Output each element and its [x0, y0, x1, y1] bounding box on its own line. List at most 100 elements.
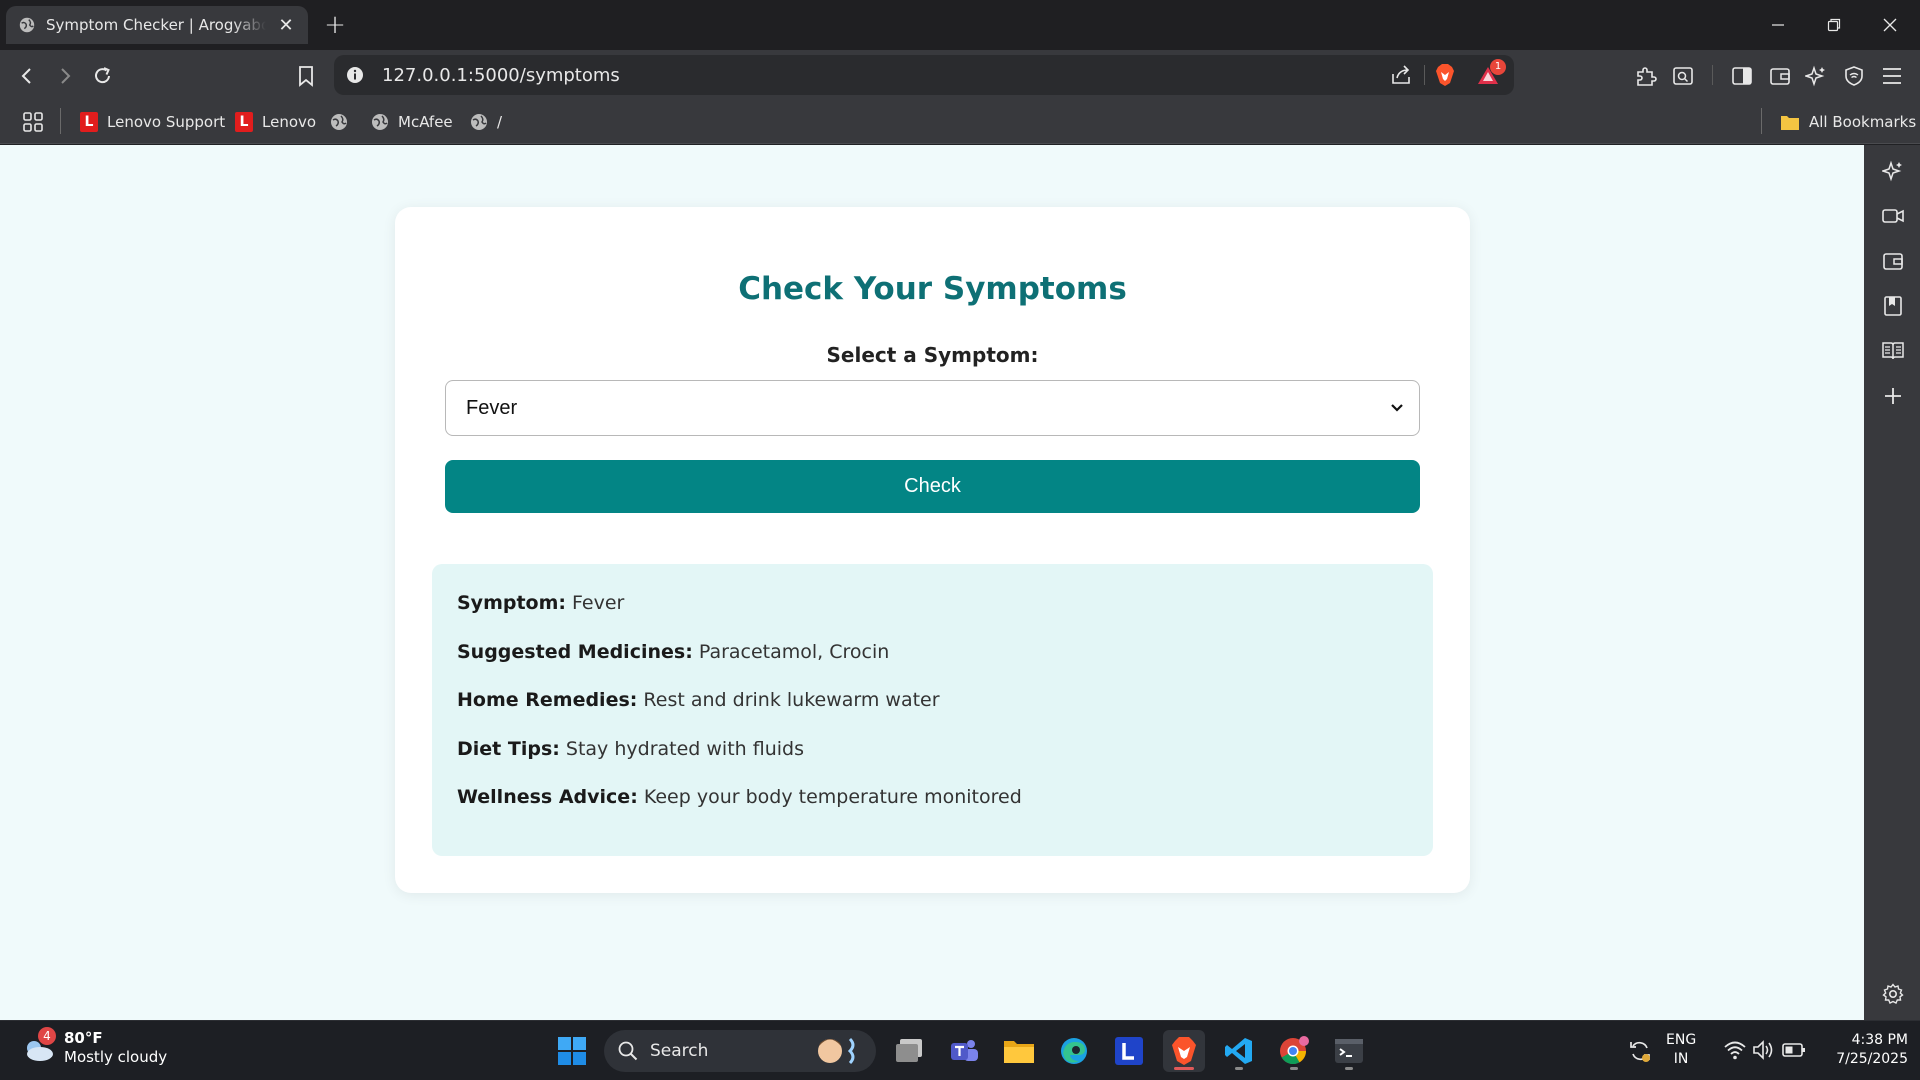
result-label: Suggested Medicines: — [457, 640, 693, 663]
talk-sidebar-button[interactable] — [1881, 204, 1905, 228]
close-icon — [1883, 18, 1897, 32]
menu-button[interactable] — [1879, 63, 1905, 89]
bookmark-slash[interactable]: / — [470, 110, 502, 134]
sparkle-icon — [1805, 65, 1825, 87]
wifi-icon[interactable] — [1723, 1039, 1747, 1061]
start-button[interactable] — [551, 1030, 593, 1072]
result-value: Rest and drink lukewarm water — [643, 689, 940, 711]
chrome-app[interactable] — [1273, 1030, 1315, 1072]
symptom-select[interactable]: Fever — [445, 380, 1420, 436]
share-icon[interactable] — [1391, 65, 1413, 85]
sync-icon[interactable] — [1628, 1039, 1652, 1063]
gear-icon — [1882, 983, 1904, 1004]
bookmark-lenovo-support[interactable]: L Lenovo Support — [80, 110, 225, 134]
bookmarks-sidebar-button[interactable] — [1881, 294, 1905, 318]
vpn-shield-icon — [1845, 66, 1863, 86]
task-view-icon — [896, 1039, 922, 1062]
minimize-button[interactable] — [1750, 0, 1806, 50]
bookmark-lenovo[interactable]: L Lenovo — [235, 110, 316, 134]
page-content: Check Your Symptoms Select a Symptom: Fe… — [0, 145, 1864, 1020]
all-bookmarks-button[interactable]: All Bookmarks — [1780, 110, 1916, 134]
title-bar: Symptom Checker | Arogyabodh ✕ + — [0, 0, 1920, 50]
region-code: IN — [1673, 1051, 1689, 1067]
reload-icon — [95, 67, 110, 84]
puzzle-icon — [1637, 67, 1657, 86]
folder-icon — [1781, 116, 1799, 130]
navigation-bar: 127.0.0.1:5000/symptoms 1 — [0, 50, 1920, 100]
weather-widget[interactable]: 4 80°F Mostly cloudy — [22, 1027, 168, 1067]
brave-shields-icon[interactable] — [1434, 63, 1456, 87]
folder-icon — [1004, 1041, 1034, 1063]
language-code: ENG — [1666, 1032, 1697, 1048]
close-window-button[interactable] — [1862, 0, 1918, 50]
weather-description: Mostly cloudy — [64, 1048, 168, 1066]
bookmark-globe[interactable] — [330, 110, 348, 134]
volume-icon[interactable] — [1752, 1039, 1776, 1061]
new-tab-button[interactable]: + — [320, 10, 350, 40]
sidebar-toggle-button[interactable] — [1729, 63, 1755, 89]
search-label: Search — [650, 1041, 709, 1061]
weather-badge: 4 — [38, 1027, 56, 1045]
address-bar[interactable]: 127.0.0.1:5000/symptoms 1 — [334, 55, 1514, 95]
clock[interactable]: 4:38 PM 7/25/2025 — [1820, 1031, 1908, 1069]
close-tab-icon[interactable]: ✕ — [276, 15, 296, 36]
leo-sidebar-button[interactable] — [1881, 159, 1905, 183]
file-explorer-app[interactable] — [998, 1030, 1040, 1072]
result-label: Symptom: — [457, 592, 566, 614]
address-bar-divider — [1424, 65, 1425, 85]
brave-app[interactable] — [1163, 1030, 1205, 1072]
add-sidebar-button[interactable] — [1881, 384, 1905, 408]
globe-icon — [372, 114, 388, 130]
vscode-app[interactable] — [1218, 1030, 1260, 1072]
leo-ai-button[interactable] — [1803, 63, 1829, 89]
task-view-button[interactable] — [888, 1030, 930, 1072]
teams-app[interactable] — [943, 1030, 985, 1072]
reader-search-button[interactable] — [1670, 63, 1696, 89]
edge-app[interactable] — [1053, 1030, 1095, 1072]
result-row-symptom: Symptom: Fever — [457, 590, 1408, 639]
restore-icon — [1827, 18, 1841, 32]
apps-grid-icon — [23, 112, 43, 132]
forward-button[interactable] — [52, 63, 78, 89]
check-button[interactable]: Check — [445, 460, 1420, 513]
battery-icon[interactable] — [1782, 1041, 1806, 1059]
brave-rewards-button[interactable]: 1 — [1476, 59, 1506, 88]
result-panel: Symptom: Fever Suggested Medicines: Para… — [432, 564, 1433, 856]
result-value: Stay hydrated with fluids — [565, 737, 804, 760]
taskbar: 4 80°F Mostly cloudy Search ENG IN 4:38 … — [0, 1020, 1920, 1080]
result-label: Diet Tips: — [457, 737, 560, 760]
language-indicator[interactable]: ENG IN — [1666, 1031, 1696, 1069]
wallet-sidebar-button[interactable] — [1881, 249, 1905, 273]
sidebar-settings-button[interactable] — [1881, 982, 1905, 1006]
vpn-button[interactable] — [1841, 63, 1867, 89]
brave-icon — [1172, 1037, 1196, 1065]
time: 4:38 PM — [1851, 1032, 1908, 1048]
restore-button[interactable] — [1806, 0, 1862, 50]
apps-button[interactable] — [22, 110, 44, 134]
teams-icon — [951, 1040, 978, 1061]
chevron-down-icon — [1391, 404, 1403, 412]
browser-tab[interactable]: Symptom Checker | Arogyabodh ✕ — [6, 6, 308, 44]
reading-list-sidebar-button[interactable] — [1881, 339, 1905, 363]
plus-icon — [1885, 388, 1901, 404]
bookmark-icon — [299, 66, 313, 87]
result-row-remedies: Home Remedies: Rest and drink lukewarm w… — [457, 687, 1408, 736]
bookmark-mcafee[interactable]: McAfee — [371, 110, 453, 134]
hamburger-menu-icon — [1883, 68, 1901, 84]
right-sidebar — [1864, 145, 1920, 1020]
bookmark-page-button[interactable] — [293, 63, 319, 89]
reload-button[interactable] — [90, 63, 116, 89]
lenovo-app[interactable] — [1108, 1030, 1150, 1072]
page-search-icon — [1673, 67, 1693, 85]
bookmark-book-icon — [1884, 296, 1902, 316]
back-button[interactable] — [14, 63, 40, 89]
info-icon[interactable] — [346, 66, 364, 84]
extensions-button[interactable] — [1633, 63, 1659, 89]
vscode-icon — [1225, 1038, 1252, 1064]
bookmarks-bar: L Lenovo Support L Lenovo McAfee / All B… — [0, 100, 1920, 144]
running-indicator — [1235, 1067, 1243, 1070]
taskbar-search[interactable]: Search — [604, 1030, 876, 1072]
result-row-medicines: Suggested Medicines: Paracetamol, Crocin — [457, 639, 1408, 688]
terminal-app[interactable] — [1328, 1030, 1370, 1072]
wallet-button[interactable] — [1767, 63, 1793, 89]
